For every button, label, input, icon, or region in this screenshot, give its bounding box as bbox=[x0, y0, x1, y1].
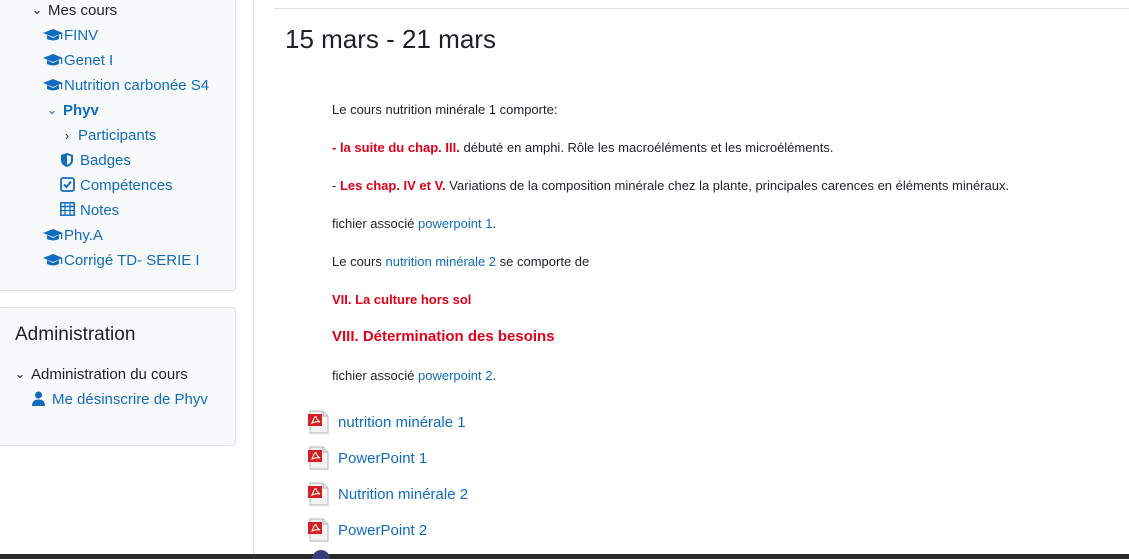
nav-item-label: Compétences bbox=[80, 176, 173, 194]
summary-text: . bbox=[492, 368, 497, 383]
nav-mes-cours-label: Mes cours bbox=[48, 1, 118, 19]
summary-line-6: VII. La culture hors sol bbox=[332, 292, 472, 307]
nav-course-genet[interactable]: Genet I bbox=[43, 49, 113, 71]
summary-line-7: VIII. Détermination des besoins bbox=[332, 328, 555, 345]
resource-label: Nutrition minérale 2 bbox=[338, 485, 469, 503]
summary-text: . bbox=[492, 216, 497, 231]
summary-line-3: - Les chap. IV et V. Variations de la co… bbox=[332, 178, 1009, 193]
summary-line-8: fichier associé powerpoint 2. bbox=[332, 368, 496, 383]
nav-course-phya[interactable]: Phy.A bbox=[43, 224, 103, 246]
administration-title: Administration bbox=[15, 324, 136, 345]
nav-course-phyv[interactable]: ⌄ Phyv bbox=[45, 99, 99, 121]
summary-line-4: fichier associé powerpoint 1. bbox=[332, 216, 496, 231]
chevron-down-icon: ⌄ bbox=[46, 102, 58, 117]
nav-notes[interactable]: Notes bbox=[60, 199, 119, 221]
graduation-cap-icon bbox=[43, 227, 63, 243]
resource-label: PowerPoint 2 bbox=[338, 521, 428, 539]
summary-highlight: - la suite du chap. III. bbox=[332, 140, 460, 155]
shield-icon bbox=[60, 152, 78, 168]
graduation-cap-icon bbox=[43, 252, 63, 268]
resource-item[interactable]: PowerPoint 1 bbox=[308, 446, 427, 470]
pdf-icon bbox=[308, 482, 330, 506]
pdf-icon bbox=[308, 446, 330, 470]
resource-item[interactable]: PowerPoint 2 bbox=[308, 518, 427, 542]
summary-line-2: - la suite du chap. III. débuté en amphi… bbox=[332, 140, 833, 155]
nav-course-corrige[interactable]: Corrigé TD- SERIE I bbox=[43, 249, 200, 271]
nav-item-label: Participants bbox=[78, 126, 157, 144]
section-top-border bbox=[274, 8, 1129, 9]
nav-course-label: Phyv bbox=[63, 101, 99, 119]
nav-participants[interactable]: › Participants bbox=[60, 124, 157, 146]
section-title: 15 mars - 21 mars bbox=[285, 24, 496, 54]
nutrition-2-inline-link[interactable]: nutrition minérale 2 bbox=[385, 254, 496, 269]
summary-text: Variations de la composition minérale ch… bbox=[445, 178, 1010, 193]
nav-course-administration[interactable]: ⌄ Administration du cours bbox=[13, 363, 188, 385]
chevron-down-icon: ⌄ bbox=[31, 2, 43, 17]
nav-badges[interactable]: Badges bbox=[60, 149, 131, 171]
resource-label: PowerPoint 1 bbox=[338, 449, 428, 467]
pdf-icon bbox=[308, 410, 330, 434]
summary-text: fichier associé bbox=[332, 216, 418, 231]
nav-course-label: FINV bbox=[64, 26, 99, 44]
nav-item-label: Badges bbox=[80, 151, 131, 169]
summary-line-1: Le cours nutrition minérale 1 comporte: bbox=[332, 102, 558, 117]
summary-text: Le cours bbox=[332, 254, 386, 269]
nav-mes-cours[interactable]: ⌄ Mes cours bbox=[30, 0, 118, 21]
table-icon bbox=[60, 202, 78, 218]
resource-item[interactable]: nutrition minérale 1 bbox=[308, 410, 466, 434]
summary-text: débuté en amphi. Rôle les macroéléments … bbox=[459, 140, 834, 155]
summary-text: se comporte de bbox=[496, 254, 590, 269]
nav-competences[interactable]: Compétences bbox=[60, 174, 173, 196]
graduation-cap-icon bbox=[43, 77, 63, 93]
nav-course-finv[interactable]: FINV bbox=[43, 24, 98, 46]
graduation-cap-icon bbox=[43, 27, 63, 43]
powerpoint-2-inline-link[interactable]: powerpoint 2 bbox=[418, 368, 492, 383]
resource-label: nutrition minérale 1 bbox=[338, 413, 466, 431]
nav-course-label: Nutrition carbonée S4 bbox=[64, 76, 210, 94]
chevron-right-icon: › bbox=[64, 127, 70, 143]
taskbar-edge bbox=[0, 554, 1129, 559]
main-content: 15 mars - 21 mars Le cours nutrition min… bbox=[254, 0, 1129, 559]
nav-course-label: Genet I bbox=[64, 51, 114, 69]
user-icon bbox=[32, 391, 48, 407]
summary-dash: - bbox=[332, 178, 340, 193]
unenrol-label: Me désinscrire de Phyv bbox=[52, 390, 208, 408]
pdf-icon bbox=[308, 518, 330, 542]
checkbox-icon bbox=[60, 177, 78, 193]
nav-item-label: Notes bbox=[80, 201, 120, 219]
summary-text: fichier associé bbox=[332, 368, 418, 383]
unenrol-link[interactable]: Me désinscrire de Phyv bbox=[32, 388, 208, 410]
left-column: ⌄ Mes cours FINV Genet I Nutrition carbo… bbox=[0, 0, 253, 559]
course-admin-label: Administration du cours bbox=[31, 365, 188, 383]
summary-line-5: Le cours nutrition minérale 2 se comport… bbox=[332, 254, 589, 269]
nav-course-label: Phy.A bbox=[64, 226, 103, 244]
summary-highlight: Les chap. IV et V. bbox=[339, 178, 446, 193]
powerpoint-1-inline-link[interactable]: powerpoint 1 bbox=[418, 216, 492, 231]
graduation-cap-icon bbox=[43, 52, 63, 68]
nav-course-label: Corrigé TD- SERIE I bbox=[64, 251, 200, 269]
resource-item[interactable]: Nutrition minérale 2 bbox=[308, 482, 468, 506]
chevron-down-icon: ⌄ bbox=[14, 366, 26, 381]
nav-course-nutrition[interactable]: Nutrition carbonée S4 bbox=[43, 74, 209, 96]
